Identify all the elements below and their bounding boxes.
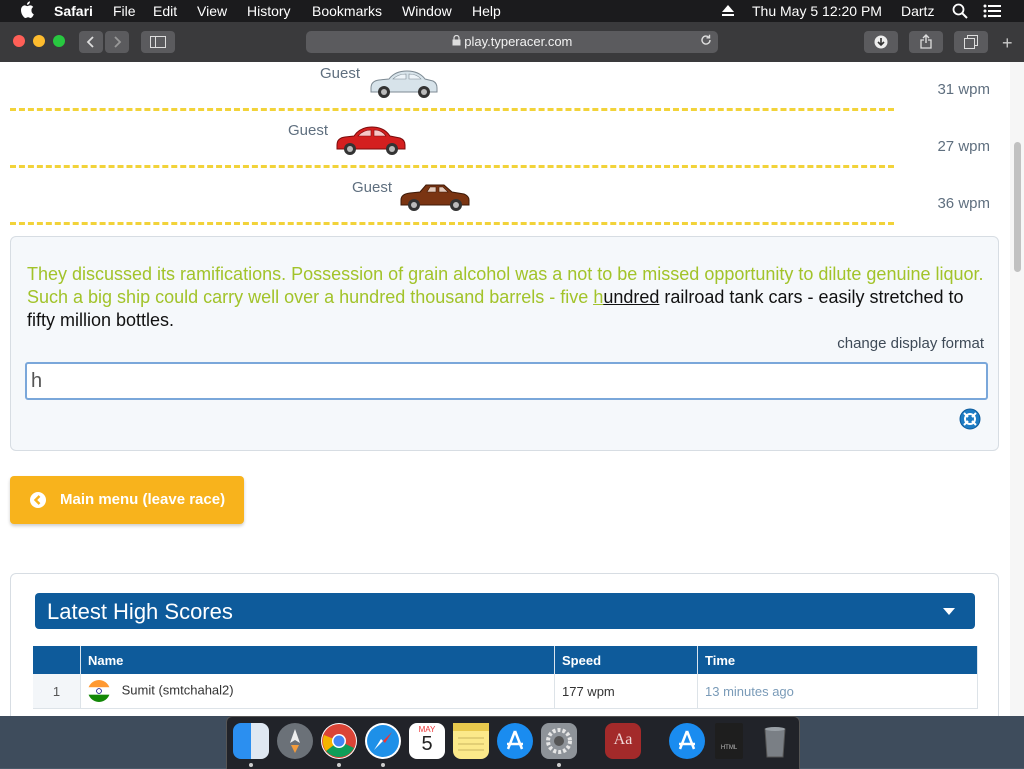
finder-icon[interactable] — [233, 723, 269, 759]
system-preferences-icon[interactable] — [541, 723, 577, 759]
high-scores-panel: Latest High Scores Name Speed Time 1 Sum… — [10, 573, 999, 716]
apple-icon[interactable] — [20, 1, 34, 21]
menubar-clock[interactable]: Thu May 5 12:20 PM — [752, 3, 882, 19]
running-indicator — [337, 763, 341, 767]
main-menu-label: Main menu (leave race) — [60, 491, 226, 508]
rank-cell: 1 — [33, 674, 81, 709]
chrome-icon[interactable] — [321, 723, 357, 759]
url-text: play.typeracer.com — [464, 34, 573, 49]
high-scores-title: Latest High Scores — [47, 599, 233, 624]
eject-icon[interactable] — [721, 4, 735, 20]
car-icon — [400, 184, 470, 211]
menu-file[interactable]: File — [113, 3, 136, 19]
player-speed: 27 wpm — [937, 138, 990, 155]
running-indicator — [557, 763, 561, 767]
menu-history[interactable]: History — [247, 3, 291, 19]
html-file-label: HTML — [720, 745, 738, 751]
player-speed: 36 wpm — [937, 195, 990, 212]
app-store-download-icon[interactable] — [669, 723, 705, 759]
dictionary-icon[interactable]: Aa — [605, 723, 641, 759]
forward-button[interactable] — [105, 31, 129, 53]
dock: MAY 5 Aa HTML — [226, 716, 800, 769]
help-icon[interactable] — [959, 408, 981, 430]
running-indicator — [249, 763, 253, 767]
race-lane-divider — [10, 222, 894, 225]
close-window-button[interactable] — [13, 35, 25, 47]
zoom-window-button[interactable] — [53, 35, 65, 47]
car-icon — [336, 126, 406, 155]
downloads-button[interactable] — [864, 31, 898, 53]
menu-help[interactable]: Help — [472, 3, 501, 19]
browser-toolbar: play.typeracer.com + — [0, 22, 1024, 63]
player-name: Guest — [320, 65, 361, 82]
current-word-typed: h — [593, 287, 604, 307]
menu-view[interactable]: View — [197, 3, 227, 19]
chevron-left-circle-icon — [30, 492, 46, 508]
table-row: 1 Sumit (smtchahal2) 177 wpm 13 minutes … — [33, 674, 978, 709]
menubar: Safari File Edit View History Bookmarks … — [0, 0, 1024, 22]
caret-down-icon[interactable] — [943, 608, 955, 615]
spotlight-search-icon[interactable] — [952, 3, 968, 22]
lock-icon — [452, 34, 465, 49]
speed-column-header: Speed — [554, 646, 698, 674]
vertical-scrollbar[interactable] — [1010, 62, 1024, 716]
calendar-day: 5 — [421, 733, 433, 755]
running-indicator — [381, 763, 385, 767]
menu-app-name[interactable]: Safari — [54, 3, 93, 19]
notes-icon[interactable] — [453, 723, 489, 759]
india-flag-icon — [88, 680, 110, 702]
app-store-icon[interactable] — [497, 723, 533, 759]
time-cell: 13 minutes ago — [697, 674, 978, 709]
trash-icon[interactable] — [757, 723, 793, 759]
time-column-header: Time — [697, 646, 978, 674]
high-scores-table: Name Speed Time 1 Sumit (smtchahal2) 177… — [33, 646, 978, 709]
scrollbar-thumb[interactable] — [1014, 142, 1021, 272]
menubar-user[interactable]: Dartz — [901, 3, 934, 19]
speed-cell: 177 wpm — [554, 674, 698, 709]
rank-column-header — [33, 646, 81, 674]
sidebar-toggle-button[interactable] — [141, 31, 175, 53]
new-tab-button[interactable]: + — [1002, 34, 1013, 52]
current-word: hundred — [593, 287, 659, 307]
player-name-link[interactable]: Sumit (smtchahal2) — [122, 682, 234, 697]
main-menu-leave-race-button[interactable]: Main menu (leave race) — [10, 476, 244, 524]
tabs-overview-button[interactable] — [954, 31, 988, 53]
dictionary-label: Aa — [613, 731, 633, 748]
name-column-header: Name — [80, 646, 555, 674]
table-header-row: Name Speed Time — [33, 646, 978, 674]
menu-window[interactable]: Window — [402, 3, 452, 19]
current-word-remaining: undred — [603, 287, 660, 307]
high-scores-header[interactable]: Latest High Scores — [35, 593, 975, 629]
name-cell: Sumit (smtchahal2) — [80, 674, 555, 709]
notification-center-icon[interactable] — [983, 4, 1001, 21]
car-icon — [370, 70, 438, 98]
html-file-icon[interactable]: HTML — [715, 723, 743, 759]
race-text: They discussed its ramifications. Posses… — [27, 263, 987, 332]
race-lane-divider — [10, 108, 894, 111]
web-page: Guest 31 wpm Guest 27 wpm Guest 36 wpm T… — [0, 62, 1010, 716]
share-button[interactable] — [909, 31, 943, 53]
safari-icon[interactable] — [365, 723, 401, 759]
player-name: Guest — [352, 179, 393, 196]
address-bar[interactable]: play.typeracer.com — [306, 31, 718, 53]
menu-bookmarks[interactable]: Bookmarks — [312, 3, 382, 19]
player-speed: 31 wpm — [937, 81, 990, 98]
reload-icon[interactable] — [700, 31, 712, 53]
change-display-format-link[interactable]: change display format — [837, 335, 984, 352]
player-name: Guest — [288, 122, 329, 139]
race-lane-divider — [10, 165, 894, 168]
minimize-window-button[interactable] — [33, 35, 45, 47]
calendar-icon[interactable]: MAY 5 — [409, 723, 445, 759]
back-button[interactable] — [79, 31, 103, 53]
menu-edit[interactable]: Edit — [153, 3, 177, 19]
race-panel: They discussed its ramifications. Posses… — [10, 236, 999, 451]
typing-input[interactable] — [25, 362, 988, 400]
launchpad-icon[interactable] — [277, 723, 313, 759]
